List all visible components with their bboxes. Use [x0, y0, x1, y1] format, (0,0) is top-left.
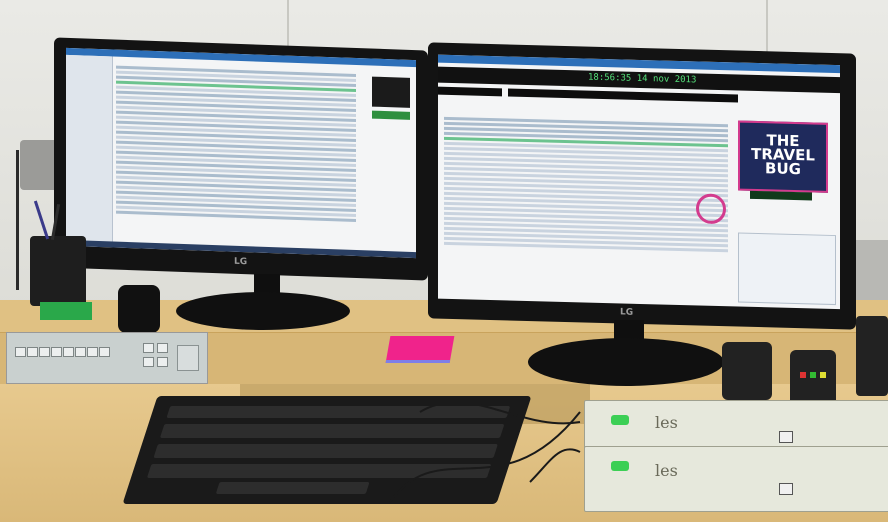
rack-button[interactable]: [779, 431, 793, 443]
right-screen-properties-panel: [738, 232, 836, 306]
wall-seam: [287, 0, 289, 50]
patch-button[interactable]: [63, 347, 74, 357]
right-monitor: 18:56:35 14 nov 2013 THE TRAVEL BUG LG: [428, 42, 856, 330]
remote-button[interactable]: [810, 372, 816, 378]
patch-button[interactable]: [51, 347, 62, 357]
patch-panel-knob[interactable]: [177, 345, 199, 371]
right-screen-playlist-table: [444, 115, 728, 302]
left-monitor-screen[interactable]: [66, 47, 416, 259]
left-monitor-logo: LG: [234, 256, 248, 268]
remote-button[interactable]: [800, 372, 806, 378]
wall-box: [855, 240, 888, 300]
cable: [419, 401, 581, 425]
eraser-box: [40, 302, 92, 320]
patch-button[interactable]: [39, 347, 50, 357]
patch-button[interactable]: [75, 347, 86, 357]
rack-status-led: [611, 415, 629, 425]
right-screen-clock: 18:56:35 14 nov 2013: [588, 72, 697, 86]
left-screen-playlist-table: [116, 64, 356, 248]
pen-holder: [30, 236, 86, 306]
patch-panel: [6, 332, 208, 384]
wall-cable: [16, 150, 19, 290]
patch-button[interactable]: [27, 347, 38, 357]
right-screen-timer: [750, 190, 812, 201]
rack-unit-top: les: [584, 400, 888, 450]
right-screen-panel-header: [508, 88, 738, 103]
tv-remote[interactable]: [790, 350, 836, 406]
patch-button[interactable]: [143, 343, 154, 353]
left-monitor-base: [176, 292, 350, 330]
patch-button[interactable]: [15, 347, 26, 357]
keyboard-spacebar[interactable]: [215, 482, 370, 494]
cable: [389, 411, 581, 503]
rack-status-led: [611, 461, 629, 471]
patch-button[interactable]: [143, 357, 154, 367]
left-screen-sidebar: [66, 54, 113, 243]
sticky-note-pad: [385, 336, 455, 363]
right-screen-program-preview: THE TRAVEL BUG: [738, 120, 828, 193]
rack-button[interactable]: [779, 483, 793, 495]
cable: [529, 448, 581, 483]
patch-button[interactable]: [99, 347, 110, 357]
right-screen-heart-icon: [696, 193, 726, 225]
patch-button[interactable]: [157, 357, 168, 367]
rack-unit-label: les: [655, 413, 678, 432]
patch-button[interactable]: [87, 347, 98, 357]
desk-cables: [389, 401, 581, 503]
right-monitor-base: [528, 338, 724, 386]
patch-button[interactable]: [157, 343, 168, 353]
right-monitor-logo: LG: [620, 307, 634, 318]
rack-unit-bottom: les: [584, 446, 888, 512]
remote-button[interactable]: [820, 372, 826, 378]
right-monitor-screen[interactable]: 18:56:35 14 nov 2013 THE TRAVEL BUG: [438, 54, 840, 310]
tablet-device[interactable]: [856, 316, 888, 396]
right-screen-panel-header: [438, 86, 502, 97]
left-screen-preview: [372, 76, 410, 108]
left-monitor: LG: [54, 37, 428, 281]
stapler[interactable]: [118, 285, 160, 333]
tv-remote[interactable]: [722, 342, 772, 400]
left-screen-timer: [372, 110, 410, 120]
rack-unit-label: les: [655, 461, 678, 480]
